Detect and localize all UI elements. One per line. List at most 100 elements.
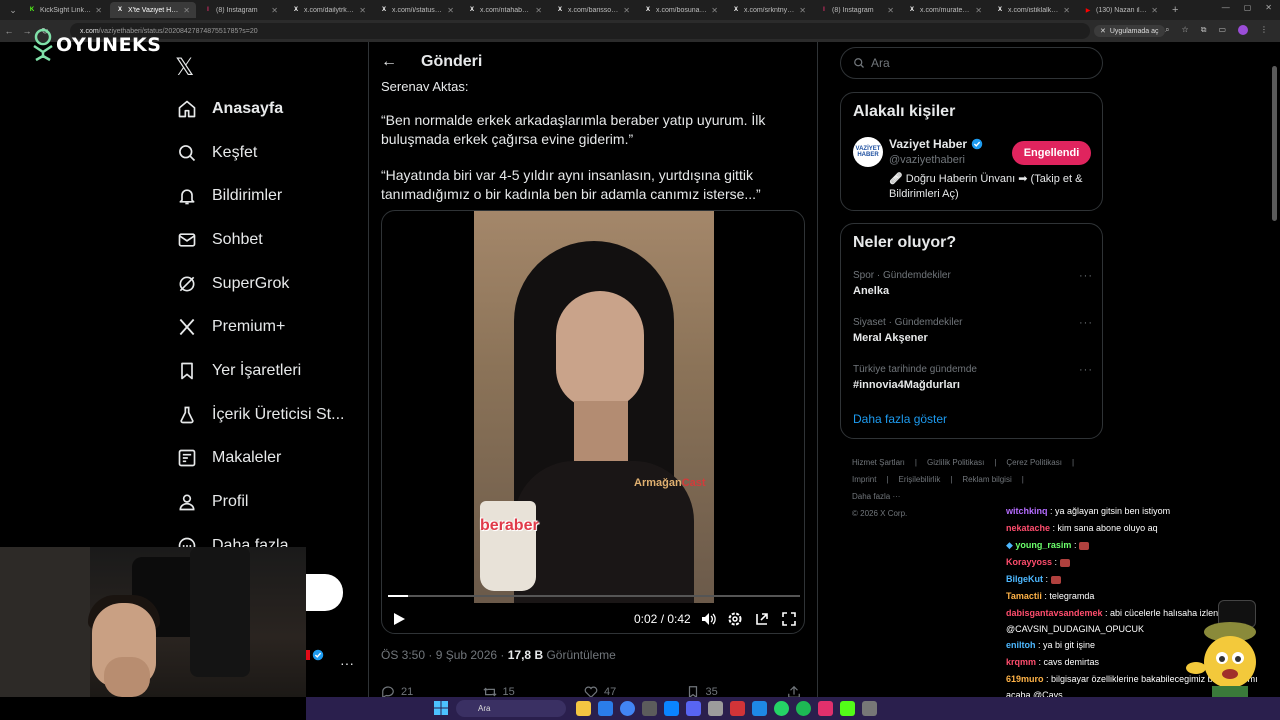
tab-close-icon[interactable]: ✕ (711, 6, 718, 15)
sidepanel-icon[interactable]: ▭ (1218, 25, 1226, 35)
app-icon[interactable] (862, 701, 877, 716)
profile-avatar[interactable] (1238, 25, 1248, 35)
x-logo[interactable]: 𝕏 (175, 53, 194, 81)
tab-close-icon[interactable]: ✕ (975, 6, 982, 15)
menu-icon[interactable]: ⋮ (1260, 25, 1268, 35)
browser-tab[interactable]: ▶ (130) Nazan ile Bu ✕ (1078, 2, 1164, 18)
footer-link[interactable]: Imprint (852, 475, 876, 484)
spotify-icon[interactable] (796, 701, 811, 716)
app-icon[interactable] (730, 701, 745, 716)
footer-link[interactable]: © 2026 X Corp. (852, 509, 907, 518)
chat-username[interactable]: witchkinq (1006, 506, 1048, 516)
trend-item[interactable]: Siyaset · Gündemdekiler Meral Akşener ··… (853, 317, 1093, 344)
app-icon[interactable] (840, 701, 855, 716)
file-explorer-icon[interactable] (576, 701, 591, 716)
sidebar-item-sohbet[interactable]: Sohbet (176, 218, 344, 262)
edge-icon[interactable] (598, 701, 613, 716)
sidebar-item-bildirimler[interactable]: Bildirimler (176, 174, 344, 218)
tab-list-icon[interactable]: ⌄ (4, 5, 22, 16)
tab-close-icon[interactable]: ✕ (447, 6, 454, 15)
whatsapp-icon[interactable] (774, 701, 789, 716)
sidebar-item-anasayfa[interactable]: Anasayfa (176, 87, 344, 131)
video-player[interactable]: ArmağanCast beraber 0:02 / 0:42 (381, 210, 805, 634)
trend-item[interactable]: Türkiye tarihinde gündemde #innovia4Mağd… (853, 364, 1093, 391)
tab-close-icon[interactable]: ✕ (183, 6, 190, 15)
tab-close-icon[interactable]: ✕ (271, 6, 278, 15)
browser-tab[interactable]: Xx.com/dailytrkol/sta ✕ (286, 2, 372, 18)
footer-link[interactable]: Gizlilik Politikası (927, 458, 984, 467)
browser-tab[interactable]: Xx.com/srkntnyildz/s ✕ (726, 2, 812, 18)
footer-link[interactable]: Daha fazla ··· (852, 492, 900, 501)
settings-gear-icon[interactable] (727, 611, 743, 627)
footer-link[interactable]: Hizmet Şartları (852, 458, 905, 467)
tab-close-icon[interactable]: ✕ (799, 6, 806, 15)
tab-close-icon[interactable]: ✕ (359, 6, 366, 15)
chat-username[interactable]: young_rasim (1015, 540, 1071, 550)
sidebar-item-bookmarks[interactable]: Yer İşaretleri (176, 349, 344, 393)
pip-icon[interactable] (754, 611, 770, 627)
chat-username[interactable]: BilgeKut (1006, 574, 1043, 584)
browser-tab[interactable]: Xx.com/ntahabercom ✕ (462, 2, 548, 18)
windows-start-icon[interactable] (434, 701, 448, 715)
browser-tab[interactable]: Xx.com/muratemirci ✕ (902, 2, 988, 18)
avatar[interactable]: VAZİYET HABER (853, 137, 883, 167)
app-icon[interactable] (664, 701, 679, 716)
chat-username[interactable]: Korayyoss (1006, 557, 1052, 567)
close-window-icon[interactable]: ✕ (1265, 3, 1272, 12)
show-more-link[interactable]: Daha fazla göster (853, 412, 947, 426)
zoom-icon[interactable]: ⌕ (1165, 25, 1169, 35)
compose-post-button[interactable] (306, 574, 343, 611)
tab-close-icon[interactable]: ✕ (887, 6, 894, 15)
search-input[interactable]: Ara (840, 47, 1103, 79)
video-progress-bar[interactable] (388, 595, 800, 597)
chat-username[interactable]: dabisgantavsandemek (1006, 608, 1103, 618)
tab-close-icon[interactable]: ✕ (623, 6, 630, 15)
browser-tab[interactable]: K KickSight Link Deta ✕ (22, 2, 108, 18)
browser-tab[interactable]: Xx.com/barissoydan ✕ (550, 2, 636, 18)
volume-icon[interactable] (700, 611, 716, 627)
related-user-name[interactable]: Vaziyet Haber (889, 137, 983, 151)
tab-close-icon[interactable]: ✕ (95, 6, 102, 15)
app-icon[interactable] (642, 701, 657, 716)
blocked-button[interactable]: Engellendi (1012, 141, 1091, 165)
footer-link[interactable]: Erişilebilirlik (899, 475, 941, 484)
footer-link[interactable]: Reklam bilgisi (962, 475, 1011, 484)
browser-tab[interactable]: I (8) Instagram ✕ (198, 2, 284, 18)
video-frame[interactable]: ArmağanCast beraber (474, 211, 714, 603)
tab-close-icon[interactable]: ✕ (1063, 6, 1070, 15)
tab-close-icon[interactable]: ✕ (535, 6, 542, 15)
chat-username[interactable]: Tamactii (1006, 591, 1042, 601)
chat-username[interactable]: 619muro (1006, 674, 1044, 684)
taskbar-search[interactable]: Ara (456, 700, 566, 717)
sidebar-item-premium[interactable]: Premium+ (176, 305, 344, 349)
bookmark-star-icon[interactable]: ☆ (1182, 25, 1189, 35)
url-bar[interactable]: x.com/vaziyethaberi/status/2020842787487… (70, 23, 1090, 39)
app-icon[interactable] (708, 701, 723, 716)
chat-username[interactable]: krqmm (1006, 657, 1036, 667)
app-icon[interactable] (752, 701, 767, 716)
play-icon[interactable] (392, 612, 406, 626)
sidebar-item-makaleler[interactable]: Makaleler (176, 437, 344, 481)
maximize-icon[interactable]: ▢ (1244, 3, 1252, 12)
footer-link[interactable]: Çerez Politikası (1006, 458, 1062, 467)
fullscreen-icon[interactable] (781, 611, 797, 627)
browser-tab[interactable]: X X'te Vaziyet Haber✕ (110, 2, 196, 18)
chat-username[interactable]: nekatache (1006, 523, 1050, 533)
sidebar-item-creator-studio[interactable]: İçerik Üreticisi St... (176, 393, 344, 437)
chrome-icon[interactable] (620, 701, 635, 716)
back-icon[interactable]: ← (0, 26, 18, 36)
sidebar-item-kesfet[interactable]: Keşfet (176, 131, 344, 175)
trend-item[interactable]: Spor · Gündemdekiler Anelka ··· (853, 270, 1093, 297)
discord-icon[interactable] (686, 701, 701, 716)
tab-close-icon[interactable]: ✕ (1151, 6, 1158, 15)
more-options-icon[interactable]: ··· (1079, 364, 1093, 376)
back-arrow-icon[interactable]: ← (381, 53, 401, 71)
sidebar-item-supergrok[interactable]: SuperGrok (176, 262, 344, 306)
more-options-icon[interactable]: ··· (1079, 270, 1093, 282)
app-icon[interactable] (818, 701, 833, 716)
more-options-icon[interactable]: ··· (1079, 317, 1093, 329)
chat-username[interactable]: eniltoh (1006, 640, 1036, 650)
new-tab-button[interactable]: + (1172, 4, 1178, 16)
open-in-app-button[interactable]: ✕ Uygulamada aç (1094, 25, 1165, 37)
extensions-icon[interactable]: ⧉ (1201, 25, 1207, 35)
